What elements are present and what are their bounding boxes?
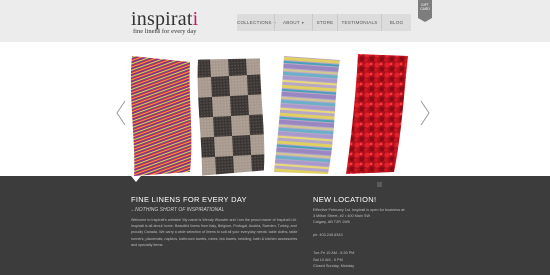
main-nav: COLLECTIONS▾ ABOUT▾ STORE TESTIMONIALS B… <box>237 14 411 31</box>
nav-label: STORE <box>316 20 334 25</box>
chevron-left-icon <box>116 100 126 126</box>
nav-item-blog[interactable]: BLOG <box>382 14 411 31</box>
slide-image-pastel-linen <box>272 54 342 174</box>
logo-text: inspirat <box>131 8 193 30</box>
slider-indicator[interactable] <box>377 182 382 187</box>
site-tagline: fine linens for every day <box>133 28 197 35</box>
slide-image-striped-linen <box>128 54 194 176</box>
hero-slider <box>0 42 550 176</box>
slider-prev-button[interactable] <box>116 100 126 126</box>
gift-card-ribbon[interactable]: GIFT CARD <box>418 0 432 22</box>
hours-line: Closed Sunday, Monday <box>313 263 355 268</box>
intro-subheading: ...NOTHING SHORT OF INSPIRATIONAL <box>131 207 225 213</box>
site-header: inspirati fine linens for every day COLL… <box>0 0 550 42</box>
intro-heading: FINE LINENS FOR EVERY DAY <box>131 195 247 204</box>
location-heading: NEW LOCATION! <box>313 195 377 204</box>
slide-image-checkered-linen <box>195 56 267 176</box>
nav-label: ABOUT <box>282 20 300 25</box>
chevron-right-icon <box>420 100 430 126</box>
caret-down-icon: ▾ <box>301 20 305 25</box>
slide-image-red-shag <box>344 52 410 174</box>
nav-label: COLLECTIONS <box>237 20 272 25</box>
nav-label: TESTIMONIALS <box>341 20 378 25</box>
logo-accent-letter: i <box>192 8 199 30</box>
nav-item-about[interactable]: ABOUT ▾ <box>275 14 312 31</box>
section-notch <box>131 176 141 182</box>
nav-label: BLOG <box>389 20 404 25</box>
nav-item-testimonials[interactable]: TESTIMONIALS <box>338 14 381 31</box>
location-details: Effective February 1st, Inspirati is ope… <box>313 207 405 269</box>
nav-item-store[interactable]: STORE <box>313 14 337 31</box>
ribbon-label: GIFT CARD <box>420 3 430 11</box>
intro-paragraph: Welcome to Inspirati's website! My name … <box>131 218 298 247</box>
slider-next-button[interactable] <box>420 100 430 126</box>
site-logo[interactable]: inspirati <box>131 9 198 29</box>
nav-item-collections[interactable]: COLLECTIONS▾ <box>237 14 276 31</box>
